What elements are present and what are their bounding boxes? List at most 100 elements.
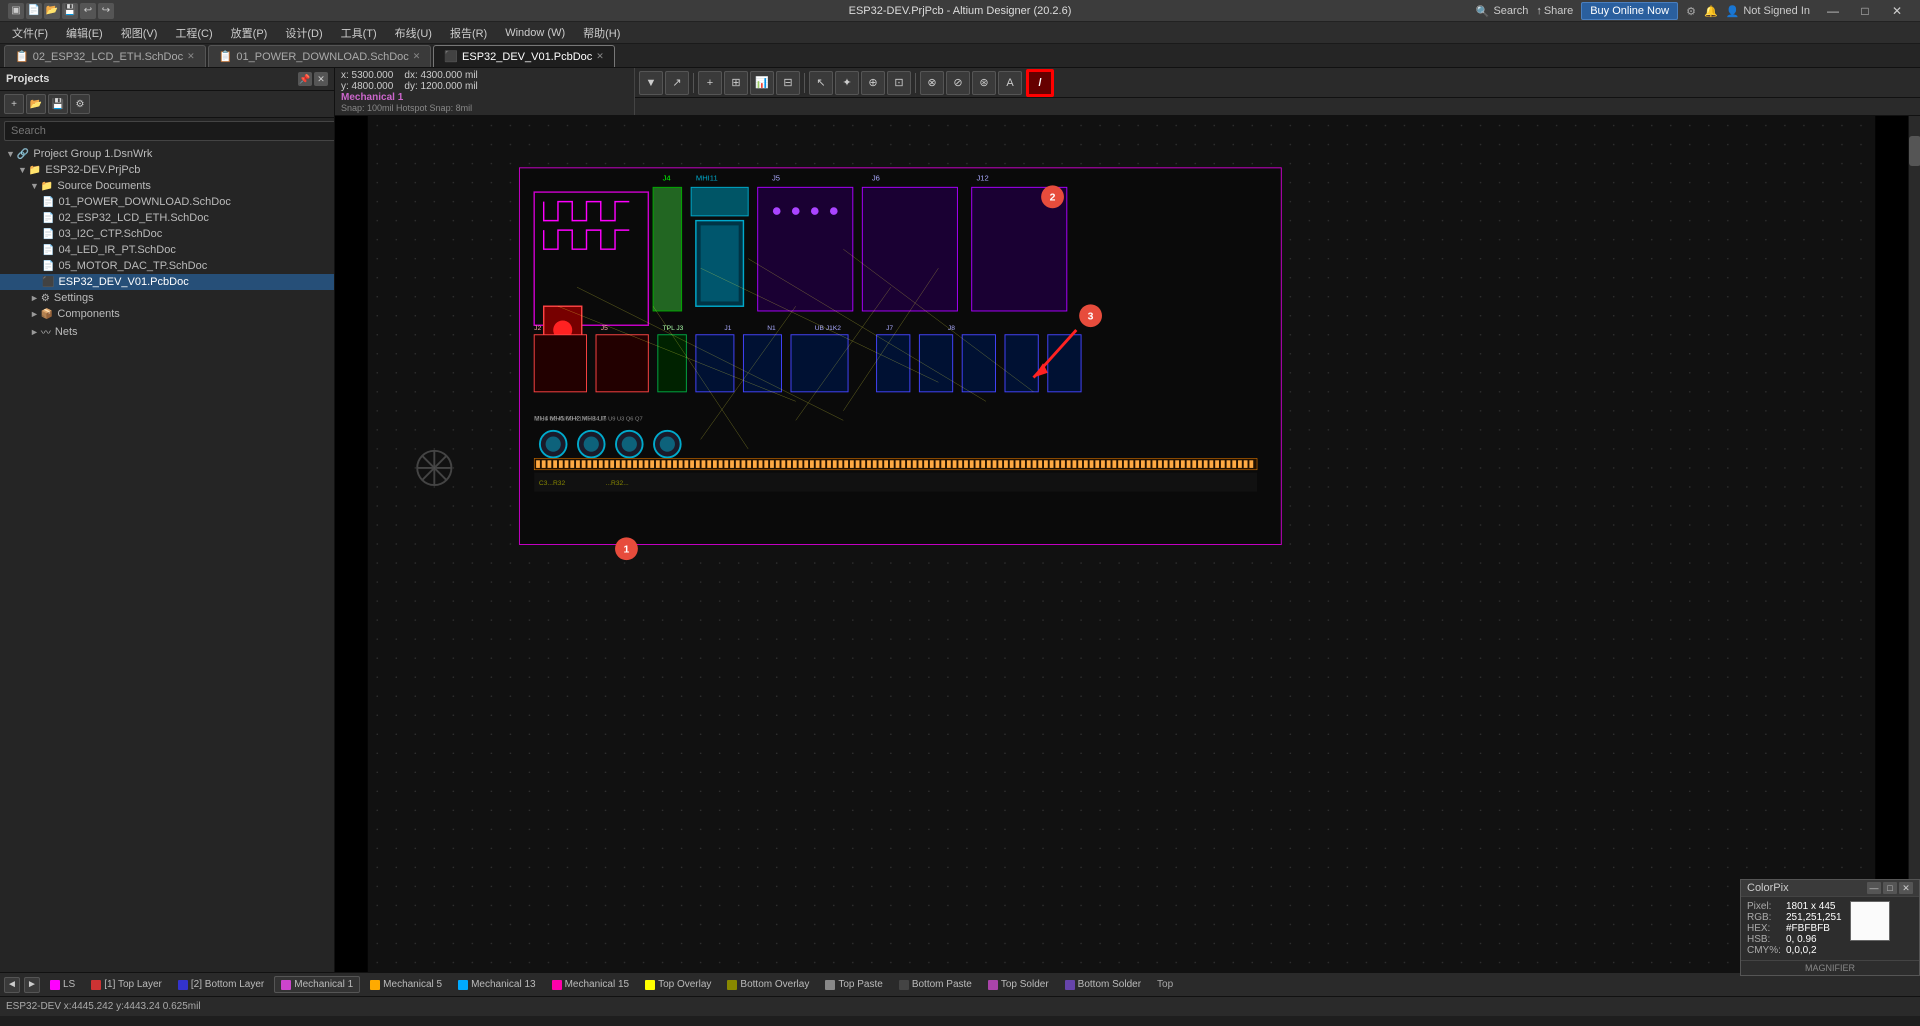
toolbar-star[interactable]: ✦ <box>835 71 859 95</box>
sidebar-open-button[interactable]: 📂 <box>26 94 46 114</box>
tree-pcbfile[interactable]: ⬛ ESP32_DEV_V01.PcbDoc <box>0 274 334 290</box>
layer-tab-bottom[interactable]: [2] Bottom Layer <box>172 977 270 992</box>
layer-tab-top-paste[interactable]: Top Paste <box>819 977 888 992</box>
toolbar-grid[interactable]: ⊞ <box>724 71 748 95</box>
minimize-button[interactable]: — <box>1818 1 1848 21</box>
menu-view[interactable]: 视图(V) <box>113 23 166 43</box>
tab-bar: 📋 02_ESP32_LCD_ETH.SchDoc ✕ 📋 01_POWER_D… <box>0 44 1920 68</box>
menu-place[interactable]: 放置(P) <box>223 23 276 43</box>
tab-lcd-eth[interactable]: 📋 02_ESP32_LCD_ETH.SchDoc ✕ <box>4 45 206 67</box>
toolbar-route[interactable]: ⊛ <box>972 71 996 95</box>
scrollbar-thumb[interactable] <box>1909 136 1920 166</box>
svg-text:N1: N1 <box>767 325 776 332</box>
tree-root[interactable]: ▼ 🔗 Project Group 1.DsnWrk <box>0 146 334 162</box>
toolbar-text[interactable]: A <box>998 71 1022 95</box>
toolbar-cross1[interactable]: ⊗ <box>920 71 944 95</box>
toolbar-line-tool[interactable]: / <box>1026 69 1054 97</box>
menu-project[interactable]: 工程(C) <box>167 23 220 43</box>
title-bar: ▣ 📄 📂 💾 ↩ ↪ ESP32-DEV.PrjPcb - Altium De… <box>0 0 1920 22</box>
layer-tab-top-solder[interactable]: Top Solder <box>982 977 1055 992</box>
tree-components[interactable]: ► 📦 Components <box>0 306 334 322</box>
layer-tab-top-label[interactable]: Top <box>1151 977 1179 992</box>
tab-close-3[interactable]: ✕ <box>596 51 604 62</box>
menu-route[interactable]: 布线(U) <box>387 23 440 43</box>
tree-nets[interactable]: ► 〰 Nets <box>0 322 334 341</box>
tree-file-1[interactable]: 📄 01_POWER_DOWNLOAD.SchDoc <box>0 194 334 210</box>
tree-file-5[interactable]: 📄 05_MOTOR_DAC_TP.SchDoc <box>0 258 334 274</box>
layer-label-bottom: [2] Bottom Layer <box>191 979 264 990</box>
tree-file-4[interactable]: 📄 04_LED_IR_PT.SchDoc <box>0 242 334 258</box>
icon-open[interactable]: 📂 <box>44 3 60 19</box>
colorpix-maximize[interactable]: □ <box>1883 882 1897 894</box>
tree-project[interactable]: ▼ 📁 ESP32-DEV.PrjPcb <box>0 162 334 178</box>
toolbar-cross2[interactable]: ⊘ <box>946 71 970 95</box>
menu-tools[interactable]: 工具(T) <box>333 23 385 43</box>
layer-tab-mech1[interactable]: Mechanical 1 <box>274 976 360 993</box>
right-scrollbar[interactable] <box>1908 116 1920 972</box>
sidebar: Projects 📌 ✕ + 📂 💾 ⚙ ▼ 🔗 Project Group 1… <box>0 68 335 972</box>
layer-label-bottom-solder: Bottom Solder <box>1078 979 1141 990</box>
tree-components-icon: 📦 <box>41 309 53 320</box>
layer-color-mech1 <box>281 980 291 990</box>
layer-tab-top[interactable]: [1] Top Layer <box>85 977 168 992</box>
layer-tab-mech15[interactable]: Mechanical 15 <box>546 977 635 992</box>
layer-nav-left[interactable]: ◄ <box>4 977 20 993</box>
tab-power-download[interactable]: 📋 01_POWER_DOWNLOAD.SchDoc ✕ <box>208 45 432 67</box>
tab-close-2[interactable]: ✕ <box>413 51 421 62</box>
tree-source-arrow: ▼ <box>30 181 39 191</box>
layer-tab-ls[interactable]: LS <box>44 977 81 992</box>
colorpix-rgb-label: RGB: <box>1747 912 1782 923</box>
search-top-button[interactable]: 🔍 Search <box>1476 5 1529 18</box>
share-button[interactable]: ↑ Share <box>1536 5 1573 17</box>
icon-redo[interactable]: ↪ <box>98 3 114 19</box>
buy-button[interactable]: Buy Online Now <box>1581 2 1678 20</box>
status-bar: ESP32-DEV x:4445.242 y:4443.24 0.625mil <box>0 996 1920 1016</box>
layer-tab-mech13[interactable]: Mechanical 13 <box>452 977 541 992</box>
layer-tab-bottom-solder[interactable]: Bottom Solder <box>1059 977 1147 992</box>
search-icon: 🔍 <box>1476 5 1490 18</box>
tab-close-1[interactable]: ✕ <box>187 51 195 62</box>
tree-settings[interactable]: ► ⚙ Settings <box>0 290 334 306</box>
toolbar-chart[interactable]: 📊 <box>750 71 774 95</box>
status-coords: ESP32-DEV x:4445.242 y:4443.24 0.625mil <box>6 1001 201 1012</box>
toolbar-select[interactable]: ↗ <box>665 71 689 95</box>
toolbar-add[interactable]: + <box>698 71 722 95</box>
notifications-icon[interactable]: 🔔 <box>1704 5 1718 18</box>
menu-window[interactable]: Window (W) <box>497 25 573 41</box>
tab-icon-2: 📋 <box>219 50 233 63</box>
toolbar-cursor[interactable]: ↖ <box>809 71 833 95</box>
layer-tab-bottom-paste[interactable]: Bottom Paste <box>893 977 978 992</box>
toolbar-filter[interactable]: ▼ <box>639 71 663 95</box>
colorpix-close[interactable]: ✕ <box>1899 882 1913 894</box>
search-input[interactable] <box>4 121 335 141</box>
toolbar-table[interactable]: ⊟ <box>776 71 800 95</box>
maximize-button[interactable]: □ <box>1850 1 1880 21</box>
sidebar-pin-button[interactable]: 📌 <box>298 72 312 86</box>
layer-tab-mech5[interactable]: Mechanical 5 <box>364 977 448 992</box>
icon-new[interactable]: 📄 <box>26 3 42 19</box>
layer-nav-right[interactable]: ► <box>24 977 40 993</box>
sidebar-close-button[interactable]: ✕ <box>314 72 328 86</box>
layer-tab-bottom-overlay[interactable]: Bottom Overlay <box>721 977 815 992</box>
sidebar-compile-button[interactable]: ⚙ <box>70 94 90 114</box>
layer-tab-top-overlay[interactable]: Top Overlay <box>639 977 717 992</box>
settings-icon[interactable]: ⚙ <box>1686 5 1696 18</box>
close-button[interactable]: ✕ <box>1882 1 1912 21</box>
menu-design[interactable]: 设计(D) <box>277 23 330 43</box>
toolbar-component[interactable]: ⊡ <box>887 71 911 95</box>
menu-file[interactable]: 文件(F) <box>4 23 56 43</box>
tree-file-2[interactable]: 📄 02_ESP32_LCD_ETH.SchDoc <box>0 210 334 226</box>
tree-source-docs[interactable]: ▼ 📁 Source Documents <box>0 178 334 194</box>
tree-file-3[interactable]: 📄 03_I2C_CTP.SchDoc <box>0 226 334 242</box>
icon-save[interactable]: 💾 <box>62 3 78 19</box>
colorpix-minimize[interactable]: — <box>1867 882 1881 894</box>
toolbar-inspect[interactable]: ⊕ <box>861 71 885 95</box>
tab-pcbdoc[interactable]: ⬛ ESP32_DEV_V01.PcbDoc ✕ <box>433 45 615 67</box>
menu-report[interactable]: 报告(R) <box>442 23 495 43</box>
menu-help[interactable]: 帮助(H) <box>575 23 628 43</box>
icon-undo[interactable]: ↩ <box>80 3 96 19</box>
canvas-area[interactable]: J4 MHI11 J5 J6 <box>335 116 1908 972</box>
sidebar-save-button[interactable]: 💾 <box>48 94 68 114</box>
sidebar-new-button[interactable]: + <box>4 94 24 114</box>
menu-edit[interactable]: 编辑(E) <box>58 23 111 43</box>
